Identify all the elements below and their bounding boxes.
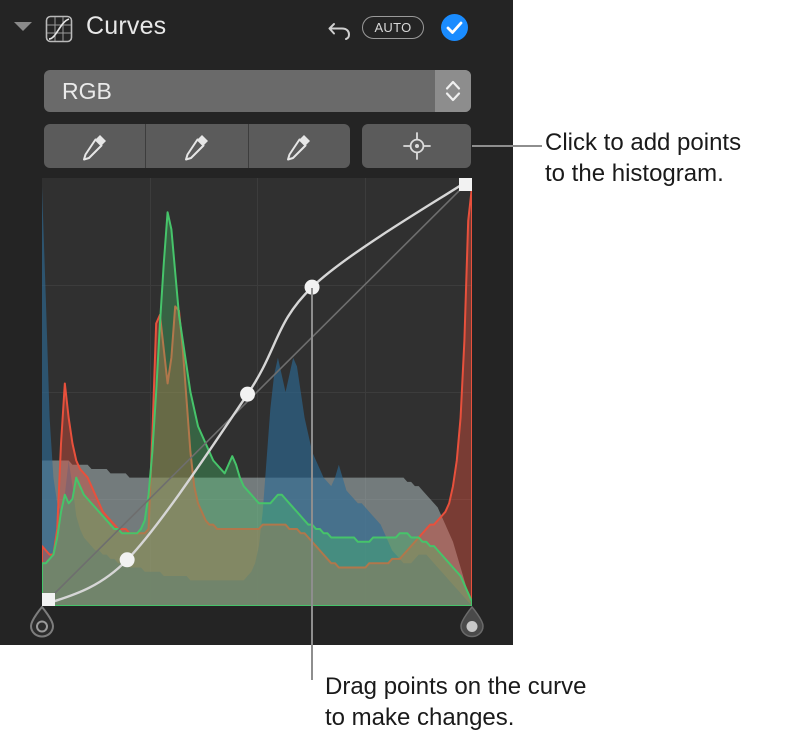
curves-icon [44,14,74,44]
histogram-curve-editor[interactable] [42,178,472,606]
callout-drag-points-line2: to make changes. [325,704,515,731]
eyedropper-button-group [44,124,350,168]
callout-add-points: Click to add points to the histogram. [545,127,795,189]
levels-strip [29,605,484,640]
black-point-handle[interactable] [42,593,55,606]
add-points-button[interactable] [362,124,471,168]
disclosure-triangle-icon[interactable] [14,22,32,31]
black-point-handle[interactable] [29,605,55,643]
callout-drag-points-line1: Drag points on the curve [325,673,587,700]
white-point-handle[interactable] [459,605,485,643]
page-title: Curves [86,12,167,40]
callout-top-leader-line [472,145,542,147]
shadow-point-handle[interactable] [119,552,135,568]
reset-button[interactable] [325,13,355,43]
midtone-point-handle[interactable] [240,386,256,402]
histogram-svg [42,178,472,606]
panel-header: Curves AUTO [0,0,513,58]
callout-bottom-leader-line [311,288,313,680]
auto-button[interactable]: AUTO [362,16,424,39]
callout-drag-points: Drag points on the curve to make changes… [325,671,665,733]
gray-point-eyedropper[interactable] [145,124,247,168]
white-point-handle[interactable] [459,178,472,191]
up-down-chevron-icon[interactable] [435,70,471,112]
curves-panel: Curves AUTO RGB [0,0,513,645]
black-point-eyedropper[interactable] [44,124,145,168]
channel-select[interactable]: RGB [44,70,471,112]
white-point-eyedropper[interactable] [247,124,350,168]
apply-button[interactable] [441,14,468,41]
channel-select-value: RGB [62,78,112,104]
callout-add-points-line2: to the histogram. [545,160,724,187]
callout-add-points-line1: Click to add points [545,129,742,156]
